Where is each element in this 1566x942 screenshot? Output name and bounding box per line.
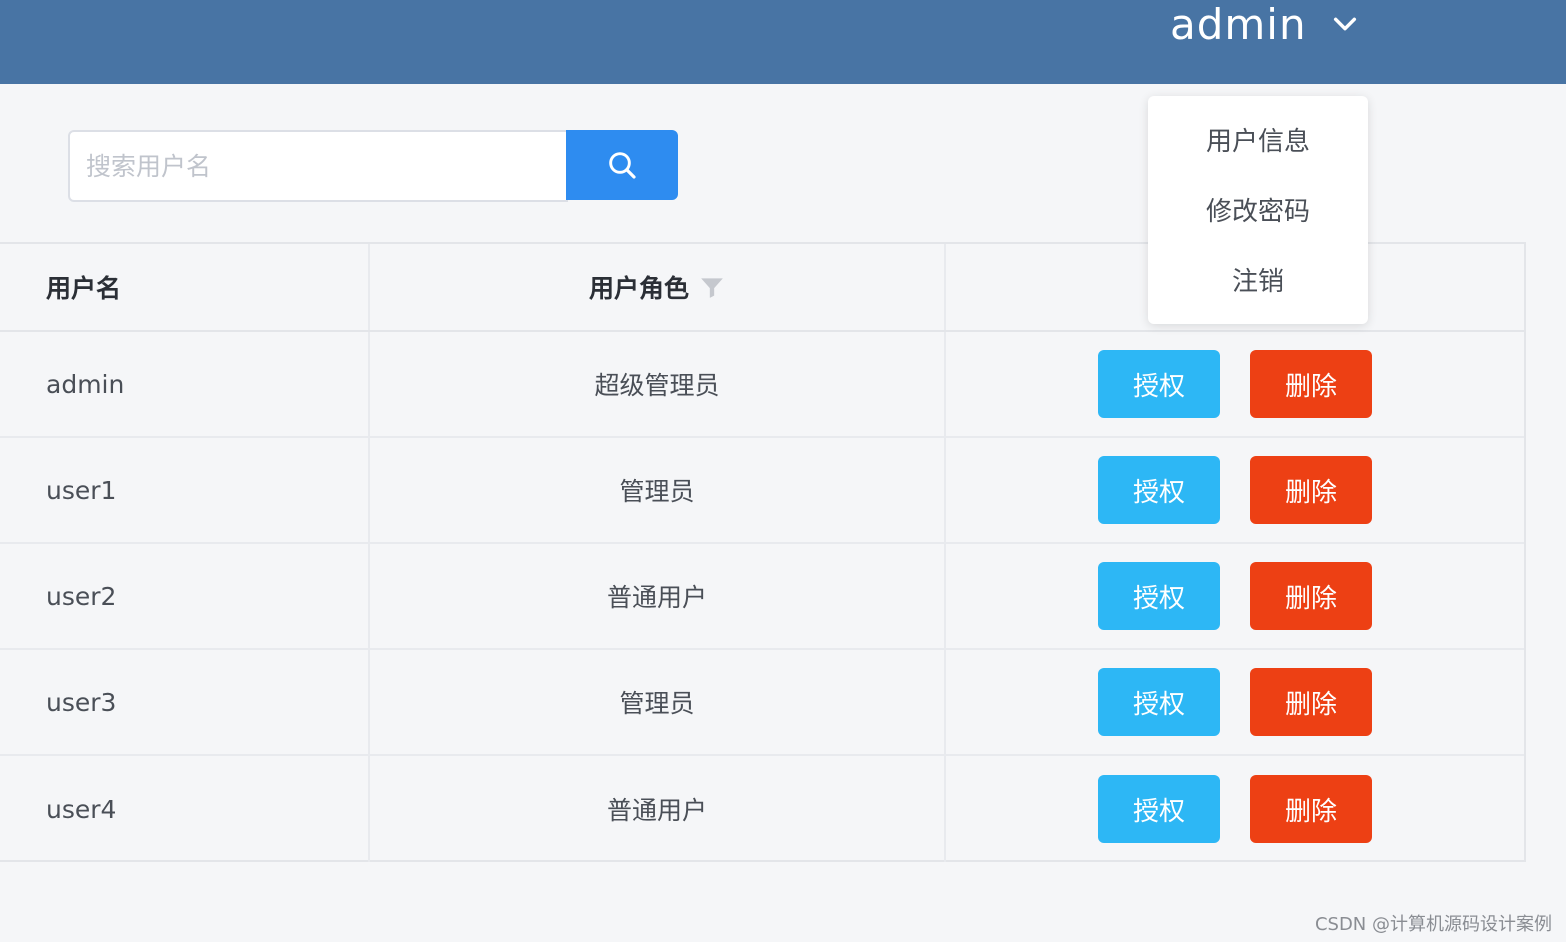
filter-icon[interactable] [699, 274, 725, 300]
search-field [68, 130, 568, 202]
authorize-button[interactable]: 授权 [1098, 775, 1220, 843]
user-name: admin [1170, 0, 1307, 49]
cell-role: 管理员 [619, 689, 695, 718]
menu-item-user-info[interactable]: 用户信息 [1148, 104, 1368, 174]
authorize-button[interactable]: 授权 [1098, 456, 1220, 524]
authorize-button[interactable]: 授权 [1098, 562, 1220, 630]
user-dropdown-menu: 用户信息 修改密码 注销 [1148, 96, 1368, 324]
cell-role: 普通用户 [606, 583, 707, 612]
cell-username: user4 [46, 794, 117, 824]
authorize-button[interactable]: 授权 [1098, 350, 1220, 418]
chevron-down-icon [1333, 17, 1356, 31]
authorize-button[interactable]: 授权 [1098, 668, 1220, 736]
cell-username: admin [46, 369, 125, 399]
search-input[interactable] [86, 132, 566, 200]
column-header-username: 用户名 [0, 244, 370, 330]
column-header-role: 用户角色 [370, 244, 946, 330]
table-row: user2 普通用户 授权 删除 [0, 544, 1524, 650]
table-row: user3 管理员 授权 删除 [0, 650, 1524, 756]
user-menu-toggle[interactable]: admin [1170, 0, 1361, 54]
cell-username: user1 [46, 475, 117, 505]
cell-role: 超级管理员 [594, 371, 720, 400]
cell-username: user2 [46, 581, 117, 611]
table-row: user4 普通用户 授权 删除 [0, 756, 1524, 862]
delete-button[interactable]: 删除 [1250, 350, 1372, 418]
delete-button[interactable]: 删除 [1250, 456, 1372, 524]
delete-button[interactable]: 删除 [1250, 562, 1372, 630]
search-button[interactable] [566, 130, 678, 200]
table-row: admin 超级管理员 授权 删除 [0, 332, 1524, 438]
user-table: 用户名 用户角色 操作 admin 超级管理员 授权 删除 [0, 242, 1526, 862]
menu-item-change-password[interactable]: 修改密码 [1148, 174, 1368, 244]
search-icon [609, 152, 636, 179]
delete-button[interactable]: 删除 [1250, 668, 1372, 736]
top-bar: admin [0, 0, 1566, 84]
watermark: CSDN @计算机源码设计案例 [1314, 914, 1552, 935]
cell-username: user3 [46, 687, 117, 717]
cell-role: 普通用户 [606, 796, 707, 825]
table-row: user1 管理员 授权 删除 [0, 438, 1524, 544]
delete-button[interactable]: 删除 [1250, 775, 1372, 843]
cell-role: 管理员 [619, 477, 695, 506]
app-root: admin 用户名 用户角色 [0, 0, 1566, 942]
menu-item-logout[interactable]: 注销 [1148, 244, 1368, 314]
